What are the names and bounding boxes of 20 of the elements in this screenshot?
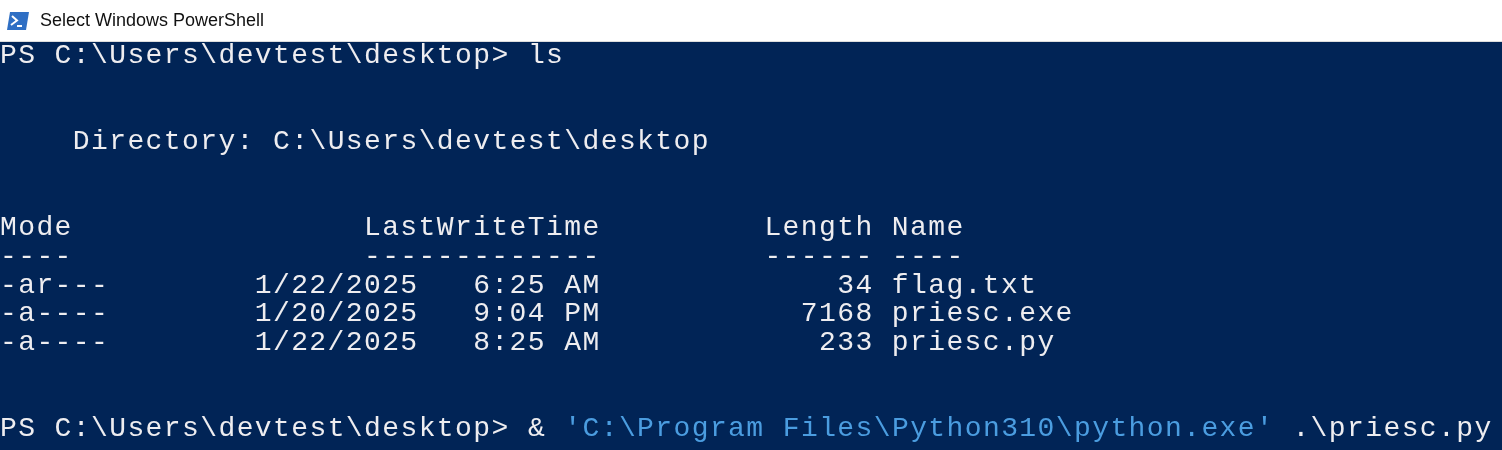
table-cell: 1/22/2025 <box>254 328 419 358</box>
table-cell: 8:25 AM <box>473 328 601 358</box>
table-cell: 9:04 PM <box>473 300 601 329</box>
table-cell: flag.txt <box>891 269 1038 301</box>
table-cell: 1/22/2025 <box>254 271 419 301</box>
table-cell: 233 <box>819 328 874 358</box>
header-rule: ------------- <box>363 242 601 272</box>
table-cell: -ar--- <box>0 269 110 301</box>
table-cell: 34 <box>837 271 874 301</box>
table-cell: 6:25 AM <box>473 271 601 301</box>
terminal-icon <box>6 10 30 31</box>
command-line: PS C:\Users\devtest\desktop> ls <box>0 42 566 71</box>
column-header: LastWriteTime <box>363 214 601 243</box>
window-title: Select Windows PowerShell <box>40 10 265 31</box>
directory-heading: Directory: C:\Users\devtest\desktop <box>72 128 710 157</box>
table-cell: 7168 <box>800 300 874 329</box>
command-line: PS C:\Users\devtest\desktop> & 'C:\Program Files\Python310\python.exe' .\priesc.py <box>0 414 1494 444</box>
header-rule: ------ <box>764 242 874 272</box>
column-header: Length <box>764 214 874 243</box>
table-cell: 1/20/2025 <box>254 300 419 329</box>
